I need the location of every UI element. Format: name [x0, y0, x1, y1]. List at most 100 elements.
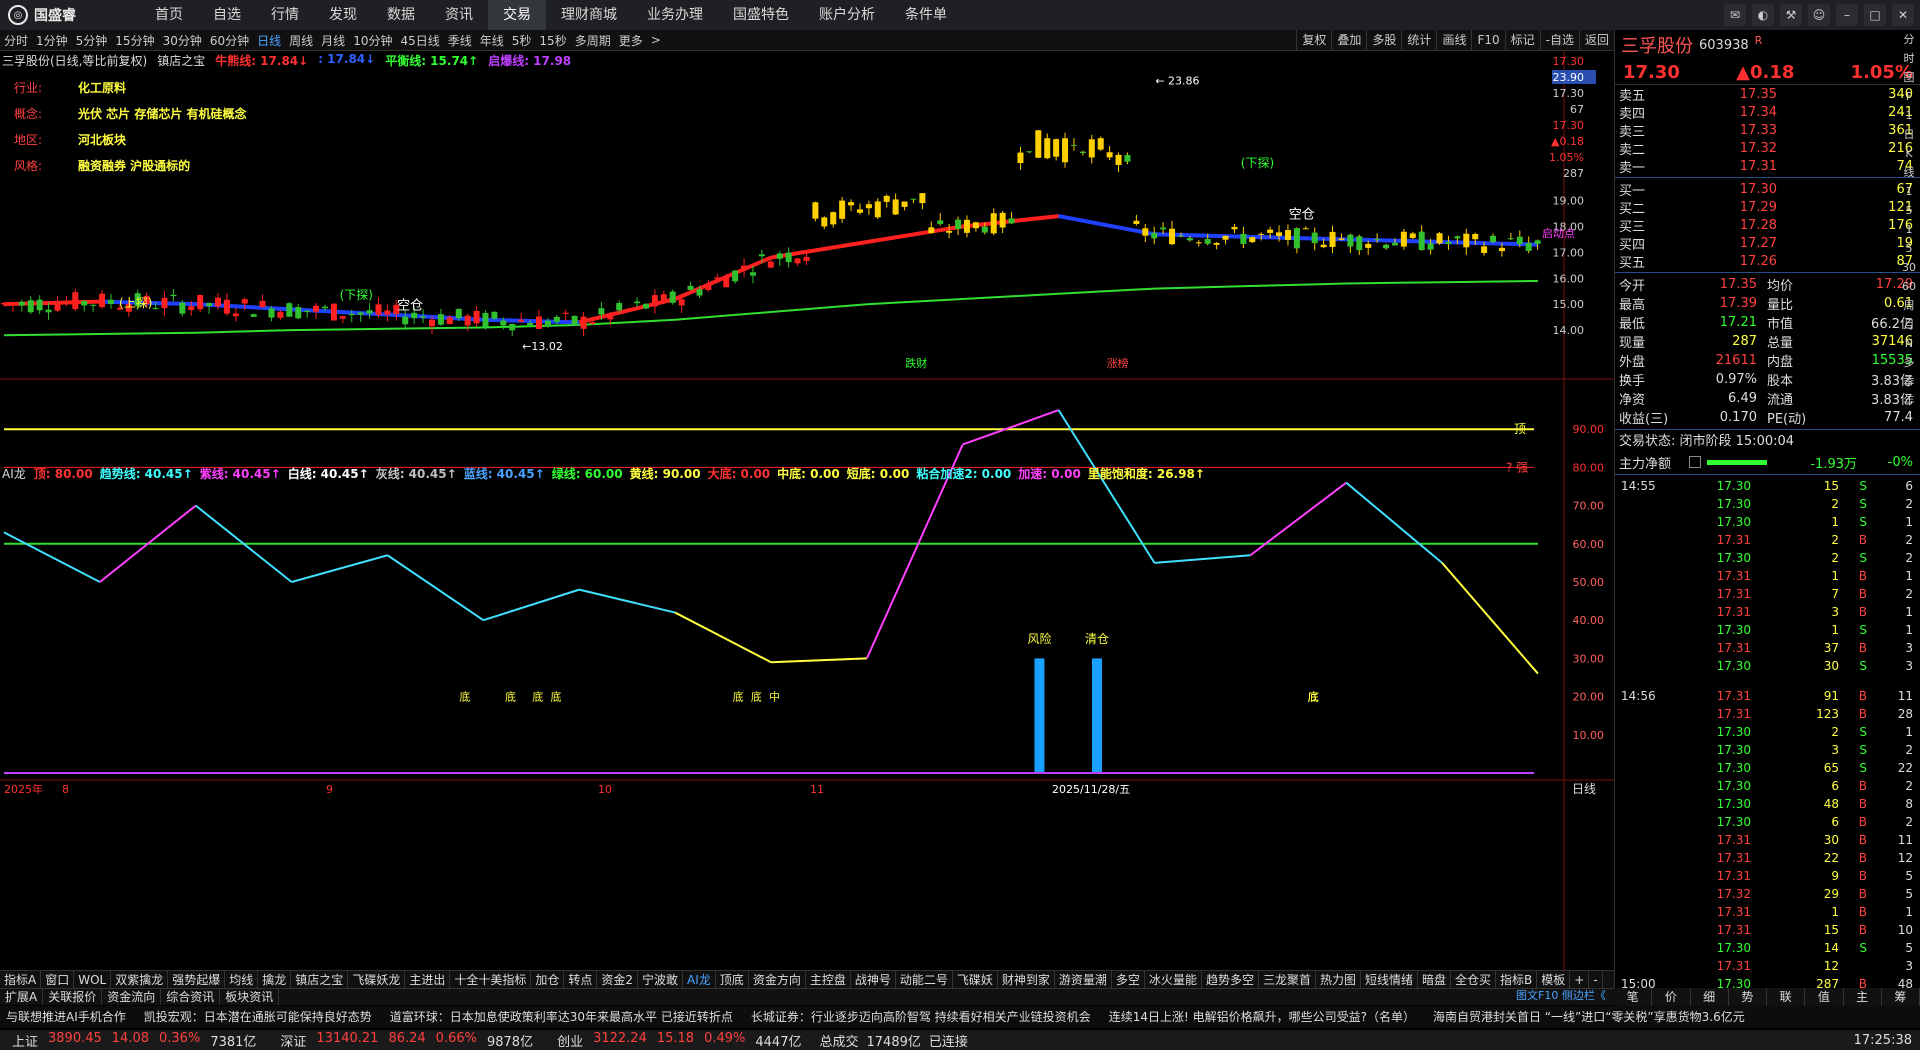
quote-tab[interactable]: 细 [1691, 988, 1729, 1006]
vertical-tab[interactable]: 周 [1904, 296, 1915, 315]
indicator-tab[interactable]: 资金方向 [749, 971, 806, 989]
vertical-tab[interactable]: 60 [1902, 277, 1916, 296]
orderbook-row[interactable]: 卖四 17.34 241 [1615, 103, 1920, 122]
tool-button[interactable]: 叠加 [1331, 30, 1366, 50]
period-tab[interactable]: 分时 [0, 32, 32, 49]
news-item[interactable]: 连续14日上涨! 电解铝价格飙升，哪些公司受益?（名单） [1103, 1006, 1427, 1028]
info-tab[interactable]: 关联报价 [43, 989, 103, 1005]
more-chevron-icon[interactable]: > [647, 33, 665, 47]
news-ticker[interactable]: 与联想推进AI手机合作 凯投宏观：日本潜在通胀可能保持良好态势 道富环球：日本加息使… [0, 1006, 1920, 1028]
indicator-tab[interactable]: 指标A [0, 971, 42, 989]
indicator-tab[interactable]: 模板 [1537, 971, 1571, 989]
maximize-icon[interactable]: □ [1864, 4, 1886, 26]
indicator-tab[interactable]: 加仓 [531, 971, 565, 989]
nav-item[interactable]: 理财商城 [546, 0, 632, 30]
indicator-tab[interactable]: 均线 [225, 971, 259, 989]
indicator-tab[interactable]: 主进出 [405, 971, 451, 989]
orderbook-row[interactable]: 卖二 17.32 216 [1615, 139, 1920, 158]
indicator-tab[interactable]: 资金2 [597, 971, 639, 989]
period-tab[interactable]: 30分钟 [159, 32, 206, 49]
orderbook-row[interactable]: 买五 17.26 87 [1615, 252, 1920, 271]
vertical-tab[interactable]: 1 [1906, 106, 1913, 125]
nav-item[interactable]: 账户分析 [804, 0, 890, 30]
index-quote[interactable]: 上证 3890.45 14.08 0.36% 7381亿 [0, 1031, 268, 1050]
message-icon[interactable]: ✉ [1724, 4, 1746, 26]
vertical-tab[interactable]: 日 [1904, 125, 1915, 144]
nav-item[interactable]: 首页 [140, 0, 198, 30]
flow-toggle[interactable] [1689, 456, 1701, 468]
vertical-tab[interactable]: 分 [1904, 30, 1915, 49]
indicator-tab[interactable]: 游资量潮 [1055, 971, 1112, 989]
period-tab[interactable]: 60分钟 [206, 32, 253, 49]
tick-trades[interactable]: 14:55 17.30 15 S 6 17.30 2 S 2 17.30 1 S 1 17.31 2 B 2 17… [1615, 477, 1920, 993]
quote-tab[interactable]: 笔 [1614, 988, 1653, 1006]
period-tab[interactable]: 更多 [615, 32, 647, 49]
vertical-tab[interactable]: 5 [1906, 201, 1913, 220]
news-item[interactable]: 凯投宏观：日本潜在通胀可能保持良好态势 [138, 1006, 384, 1028]
nav-item[interactable]: 资讯 [430, 0, 488, 30]
user-icon[interactable]: ☺ [1808, 4, 1830, 26]
vertical-tab[interactable]: 图 [1904, 68, 1915, 87]
quote-tab[interactable]: 联 [1767, 988, 1806, 1006]
period-tab[interactable]: 月线 [317, 32, 349, 49]
tool-button[interactable]: 统计 [1401, 30, 1436, 50]
period-tab[interactable]: 5秒 [508, 32, 536, 49]
vertical-tab[interactable]: 1 [1906, 220, 1913, 239]
period-tab[interactable]: 多周期 [571, 32, 615, 49]
period-tab[interactable]: 45日线 [396, 32, 443, 49]
indicator-tab[interactable]: 战神号 [851, 971, 896, 989]
period-tab[interactable]: 1分钟 [32, 32, 72, 49]
period-tab[interactable]: 10分钟 [349, 32, 396, 49]
quote-tab[interactable]: 价 [1652, 988, 1691, 1006]
indicator-tab[interactable]: 飞碟妖 [953, 971, 998, 989]
indicator-tab[interactable]: 宁波敢 [638, 971, 684, 989]
indicator-tab[interactable]: 短线情绪 [1361, 971, 1419, 989]
vertical-tab[interactable]: 季 [1904, 372, 1915, 391]
indicator-tab[interactable]: 暗盘 [1418, 971, 1452, 989]
news-item[interactable]: 道富环球：日本加息使政策利率达30年来最高水平 已接近转折点 [384, 1006, 745, 1028]
indicator-tab[interactable]: 顶底 [716, 971, 749, 989]
f10-sidebar-label[interactable]: 图文F10 侧边栏《 [1516, 988, 1606, 1004]
info-tab[interactable]: 综合资讯 [161, 989, 221, 1005]
nav-item[interactable]: 业务办理 [632, 0, 718, 30]
tool-button[interactable]: 返回 [1578, 30, 1614, 50]
nav-item[interactable]: 条件单 [890, 0, 962, 30]
indicator-tab[interactable]: 主控盘 [806, 971, 851, 989]
nav-item[interactable]: 数据 [372, 0, 430, 30]
news-item[interactable]: 海南自贸港封关首日 “一线”进口“零关税”享惠货物3.6亿元 [1427, 1006, 1757, 1028]
orderbook-row[interactable]: 卖三 17.33 361 [1615, 121, 1920, 140]
skin-icon[interactable]: ◐ [1752, 4, 1774, 26]
ai-indicator-name[interactable]: AI龙 [2, 465, 26, 482]
indicator-tab[interactable]: 动能二号 [896, 971, 953, 989]
indicator-tab[interactable]: 冰火量能 [1145, 971, 1202, 989]
indicator-tab[interactable]: + [1570, 971, 1590, 989]
orderbook-row[interactable]: 卖五 17.35 340 [1615, 85, 1920, 104]
indicator-tab[interactable]: 全仓买 [1451, 971, 1497, 989]
news-item[interactable]: 长城证券：行业逐步迈向高阶智驾 持续看好相关产业链投资机会 [745, 1006, 1103, 1028]
info-tab[interactable]: 资金流向 [102, 989, 162, 1005]
tool-button[interactable]: 画线 [1436, 30, 1471, 50]
period-tab[interactable]: 日线 [253, 32, 285, 49]
tool-button[interactable]: 复权 [1296, 30, 1331, 50]
indicator-tab[interactable]: 擒龙 [258, 971, 292, 989]
indicator-tab[interactable]: 双紫擒龙 [111, 971, 169, 989]
kline-chart[interactable]: 17.30 23.90 17.30 67 17.30 ▲0.18 1.05% 287 19.00… [0, 51, 1614, 970]
quote-tab[interactable]: 势 [1729, 988, 1767, 1006]
indicator-tab[interactable]: 财神到家 [998, 971, 1055, 989]
indicator-tab[interactable]: 强势起爆 [168, 971, 226, 989]
orderbook-row[interactable]: 买三 17.28 176 [1615, 216, 1920, 235]
kline-indicator-name[interactable]: 镇店之宝 [157, 52, 205, 69]
info-tab[interactable]: 板块资讯 [220, 989, 280, 1005]
close-icon[interactable]: ✕ [1892, 4, 1914, 26]
indicator-tab[interactable]: 窗口 [41, 971, 75, 989]
period-tab[interactable]: 5分钟 [72, 32, 112, 49]
vertical-tab[interactable]: 1 [1906, 182, 1913, 201]
vertical-tab[interactable]: 年 [1904, 391, 1915, 410]
quote-tab[interactable]: 值 [1805, 988, 1844, 1006]
period-tab[interactable]: 周线 [285, 32, 317, 49]
indicator-tab[interactable]: 镇店之宝 [291, 971, 349, 989]
nav-item[interactable]: 国盛特色 [718, 0, 804, 30]
quote-tab[interactable]: 主 [1844, 988, 1882, 1006]
period-tab[interactable]: 季线 [444, 32, 476, 49]
vertical-tab[interactable]: K [1905, 144, 1912, 163]
